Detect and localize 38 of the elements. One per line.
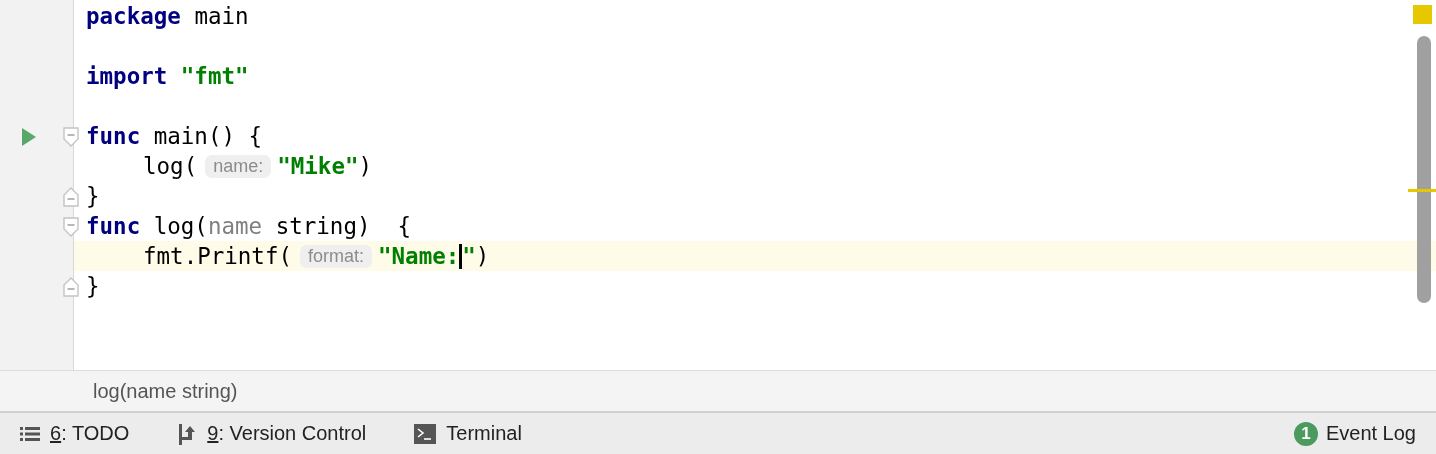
terminal-icon <box>414 423 437 444</box>
parameter-hint: name: <box>205 154 272 178</box>
scrollbar-thumb[interactable] <box>1417 36 1431 303</box>
fold-icon[interactable] <box>63 217 79 237</box>
string-literal: "fmt" <box>180 63 249 89</box>
fold-icon[interactable] <box>63 187 79 207</box>
code-text: main() { <box>153 123 263 149</box>
text-cursor <box>459 243 463 269</box>
tool-window-button[interactable]: 6: TODO <box>20 422 130 445</box>
code-text: } <box>86 273 100 299</box>
tool-window-button[interactable]: 9: Version Control <box>177 422 367 445</box>
inspection-status-icon[interactable] <box>1413 5 1432 24</box>
run-icon[interactable] <box>22 128 36 146</box>
tool-window-button[interactable]: Terminal <box>414 422 522 445</box>
event-log-button[interactable]: 1 Event Log <box>1293 421 1416 446</box>
branch-icon <box>177 422 198 445</box>
string-literal: " <box>462 243 476 269</box>
keyword: func <box>86 123 141 149</box>
code-text: log( <box>143 153 198 179</box>
code-text: fmt.Printf( <box>143 243 292 269</box>
list-icon <box>20 425 40 442</box>
string-literal: "Mike" <box>277 153 359 179</box>
warning-marker[interactable] <box>1408 189 1436 192</box>
string-literal: "Name: <box>378 243 460 269</box>
fold-icon[interactable] <box>63 277 79 297</box>
code-text: log( <box>153 213 208 239</box>
code-text: main <box>194 3 249 29</box>
keyword: package <box>86 3 181 29</box>
fold-icon[interactable] <box>63 127 79 147</box>
code-text: ) <box>475 243 490 269</box>
code-text: } <box>86 183 100 209</box>
keyword: func <box>86 213 141 239</box>
parameter-hint: format: <box>300 244 373 268</box>
signature-hint: log(name string) <box>93 379 238 403</box>
parameter-name: name <box>207 213 263 239</box>
keyword: import <box>86 63 168 89</box>
code-text: ) <box>358 153 373 179</box>
code-text: string) { <box>274 213 412 239</box>
